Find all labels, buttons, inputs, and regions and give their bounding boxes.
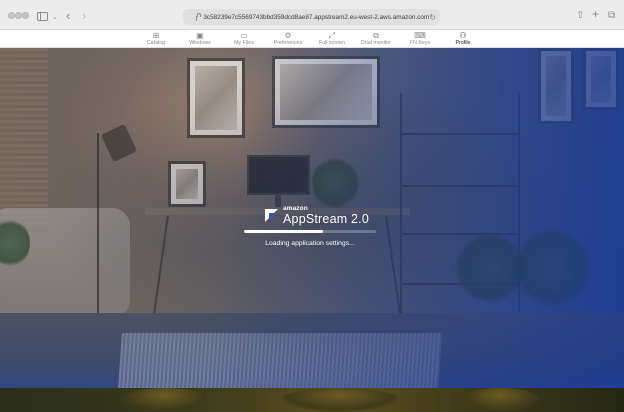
- toolbar-item-label: FN Keys: [409, 40, 431, 46]
- maximize-window-icon[interactable]: [22, 12, 29, 19]
- appstream-toolbar: ⊞ Catalog ▣ Windows ▭ My Files ⚙ Prefere…: [0, 30, 624, 48]
- dual-monitor-icon: ⧉: [373, 31, 379, 40]
- toolbar-my-files-button[interactable]: ▭ My Files: [229, 31, 259, 47]
- browser-titlebar: ⌄ ‹ › 3c58239e7c5569743bbd359dcd8ae87.ap…: [0, 0, 624, 30]
- close-window-icon[interactable]: [8, 12, 15, 19]
- wallpaper-tree: [280, 388, 400, 412]
- catalog-icon: ⊞: [152, 31, 160, 40]
- toolbar-item-label: Full screen: [319, 40, 345, 46]
- toolbar-dual-monitor-button[interactable]: ⧉ Dual monitor: [358, 31, 394, 47]
- profile-icon: ⚇: [459, 31, 467, 40]
- minimize-window-icon[interactable]: [15, 12, 22, 19]
- url-text: 3c58239e7c5569743bbd359dcd8ae87.appstrea…: [203, 13, 430, 21]
- loading-progress-bar: [244, 230, 376, 233]
- toolbar-catalog-button[interactable]: ⊞ Catalog: [141, 31, 171, 47]
- toolbar-fn-keys-button[interactable]: ⌨ FN Keys: [405, 31, 435, 47]
- appstream-logo: amazon AppStream 2.0: [265, 203, 385, 233]
- tab-overview-icon[interactable]: ⧉: [608, 10, 615, 21]
- streaming-session-area[interactable]: amazon AppStream 2.0 Loading application…: [0, 48, 624, 388]
- toolbar-full-screen-button[interactable]: ⤢ Full screen: [316, 31, 348, 47]
- toolbar-item-label: Preferences: [273, 40, 303, 46]
- toolbar-windows-button[interactable]: ▣ Windows: [185, 31, 215, 47]
- wallpaper-tree: [460, 388, 540, 412]
- toolbar-preferences-button[interactable]: ⚙ Preferences: [271, 31, 305, 47]
- windows-icon: ▣: [196, 31, 204, 40]
- sidebar-toggle-icon[interactable]: [37, 12, 48, 21]
- loading-progress-fill: [244, 230, 324, 233]
- fn-keys-icon: ⌨: [414, 31, 426, 40]
- wallpaper-tree: [120, 388, 210, 412]
- chevron-down-icon[interactable]: ⌄: [52, 12, 58, 23]
- folder-icon: ▭: [240, 31, 248, 40]
- reload-icon[interactable]: ↻: [429, 13, 436, 22]
- gear-icon: ⚙: [284, 31, 292, 40]
- share-icon[interactable]: ⇧: [576, 10, 584, 21]
- brand-prefix: amazon: [283, 205, 308, 212]
- new-tab-icon[interactable]: +: [592, 8, 599, 20]
- back-icon[interactable]: ‹: [66, 9, 70, 22]
- address-bar[interactable]: 3c58239e7c5569743bbd359dcd8ae87.appstrea…: [183, 9, 440, 25]
- loading-status-text: Loading application settings...: [265, 240, 355, 247]
- toolbar-item-label: Windows: [189, 40, 211, 46]
- toolbar-item-label: Catalog: [146, 40, 166, 46]
- toolbar-item-label: My Files: [234, 40, 254, 46]
- toolbar-item-label: Dual monitor: [360, 40, 392, 46]
- toolbar-profile-button[interactable]: ⚇ Profile: [449, 31, 477, 47]
- brand-name: AppStream 2.0: [283, 212, 369, 226]
- forward-icon[interactable]: ›: [82, 9, 86, 22]
- lock-icon: [196, 12, 203, 21]
- fullscreen-icon: ⤢: [328, 31, 336, 40]
- toolbar-item-label: Profile: [455, 40, 471, 46]
